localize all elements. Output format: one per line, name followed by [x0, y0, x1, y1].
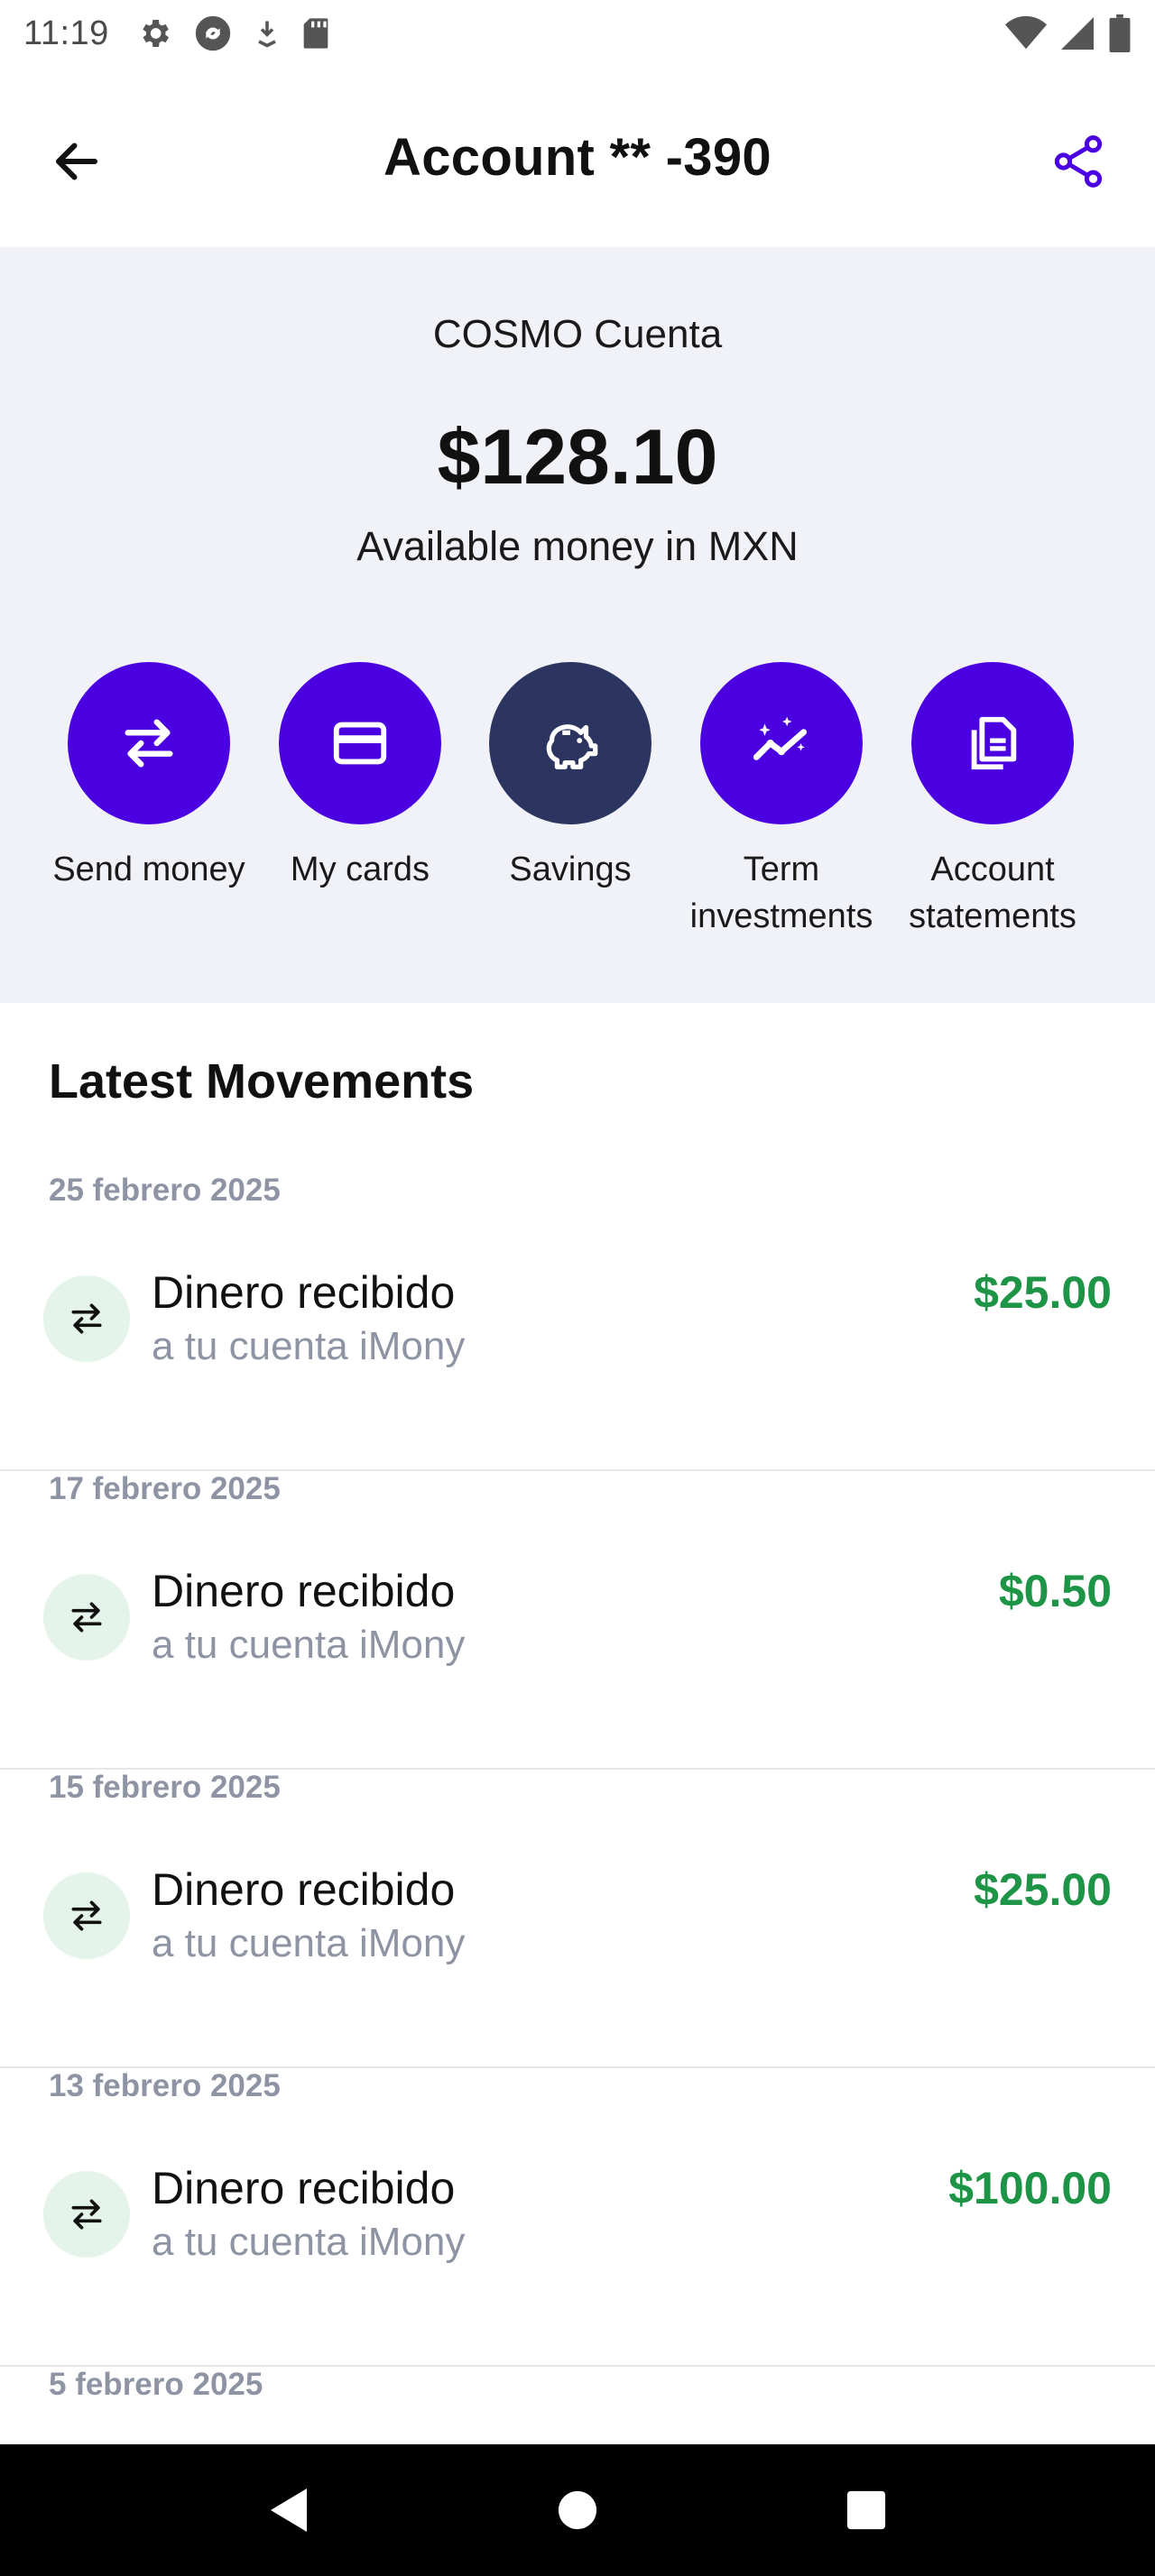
status-time: 11:19	[23, 14, 109, 52]
movement-amount: $25.00	[974, 1864, 1112, 1915]
term-investments-circle[interactable]	[700, 662, 863, 824]
send-money-circle[interactable]	[68, 662, 230, 824]
share-icon	[1054, 135, 1103, 188]
account-balance: $128.10	[437, 414, 718, 501]
nav-back-button[interactable]	[244, 2465, 334, 2555]
movement-subtitle: a tu cuenta iMony	[152, 2220, 466, 2264]
movement-title: Dinero recibido	[152, 1864, 456, 1915]
movement-date: 17 febrero 2025	[49, 1471, 281, 1506]
my-cards-button[interactable]: My cards	[252, 662, 468, 893]
movement-title: Dinero recibido	[152, 2163, 456, 2213]
balance-caption: Available money in MXN	[356, 523, 799, 569]
account-statements-button[interactable]: Account statements	[884, 662, 1101, 940]
card-icon	[333, 722, 387, 765]
status-bar: 11:19	[0, 0, 1155, 67]
savings-circle[interactable]	[489, 662, 651, 824]
arrow-left-icon	[56, 143, 97, 180]
back-triangle-icon	[271, 2489, 307, 2532]
sync-icon	[192, 13, 234, 54]
movement-transfer-icon	[43, 1275, 130, 1362]
documents-icon	[971, 716, 1017, 770]
gear-icon	[136, 15, 172, 51]
movement-transfer-icon	[43, 1574, 130, 1661]
chart-sparkle-icon	[753, 716, 808, 760]
home-circle-icon	[558, 2490, 597, 2530]
nav-home-button[interactable]	[532, 2465, 623, 2555]
account-statements-label: Account statements	[909, 851, 1076, 935]
cell-signal-icon	[1059, 15, 1095, 51]
movement-transfer-icon	[43, 1872, 130, 1959]
my-cards-circle[interactable]	[279, 662, 441, 824]
movement-title: Dinero recibido	[152, 1267, 456, 1318]
movement-amount: $100.00	[948, 2163, 1112, 2213]
send-money-button[interactable]: Send money	[41, 662, 257, 893]
nav-recents-button[interactable]	[821, 2465, 911, 2555]
savings-label: Savings	[509, 851, 632, 888]
account-summary: COSMO Cuenta $128.10 Available money in …	[0, 247, 1155, 1003]
movement-date: 5 febrero 2025	[49, 2367, 263, 2402]
movement-transfer-icon	[43, 2171, 130, 2258]
battery-icon	[1108, 14, 1132, 52]
back-button[interactable]	[36, 121, 117, 202]
share-button[interactable]	[1038, 121, 1119, 202]
movement-date: 25 febrero 2025	[49, 1173, 281, 1208]
account-name: COSMO Cuenta	[432, 312, 723, 356]
quick-actions: Send money My cards Savings Term investm…	[0, 662, 1155, 951]
piggy-bank-icon	[546, 724, 598, 769]
term-investments-label: Term investments	[689, 851, 873, 935]
recents-square-icon	[846, 2490, 886, 2530]
status-icons-right	[1005, 14, 1132, 52]
movement-group: 15 febrero 2025 Dinero recibido a tu cue…	[0, 1770, 1155, 2068]
movement-group: 5 febrero 2025	[0, 2367, 1155, 2444]
movement-subtitle: a tu cuenta iMony	[152, 1324, 466, 1368]
sd-card-icon	[300, 15, 331, 51]
movement-date: 15 febrero 2025	[49, 1770, 281, 1805]
movement-group: 13 febrero 2025 Dinero recibido a tu cue…	[0, 2068, 1155, 2367]
movements-section: Latest Movements 25 febrero 2025 Dinero …	[0, 1003, 1155, 2444]
movement-date: 13 febrero 2025	[49, 2068, 281, 2103]
movement-subtitle: a tu cuenta iMony	[152, 1921, 466, 1965]
app-bar: Account ** -390	[0, 67, 1155, 247]
movements-title: Latest Movements	[49, 1054, 475, 1109]
movement-amount: $0.50	[998, 1566, 1112, 1616]
wifi-icon	[1005, 15, 1047, 51]
send-money-label: Send money	[52, 851, 245, 888]
movement-amount: $25.00	[974, 1267, 1112, 1318]
term-investments-button[interactable]: Term investments	[673, 662, 890, 940]
movement-subtitle: a tu cuenta iMony	[152, 1623, 466, 1667]
movement-title: Dinero recibido	[152, 1566, 456, 1616]
movement-group: 25 febrero 2025 Dinero recibido a tu cue…	[0, 1173, 1155, 1471]
savings-button[interactable]: Savings	[462, 662, 679, 893]
my-cards-label: My cards	[290, 851, 430, 888]
transfer-arrows-icon	[125, 719, 173, 768]
page-title: Account ** -390	[383, 127, 772, 187]
movement-group: 17 febrero 2025 Dinero recibido a tu cue…	[0, 1471, 1155, 1770]
system-nav-bar	[0, 2444, 1155, 2576]
status-icons-left	[136, 13, 331, 54]
account-statements-circle[interactable]	[911, 662, 1074, 824]
download-icon	[254, 17, 281, 50]
